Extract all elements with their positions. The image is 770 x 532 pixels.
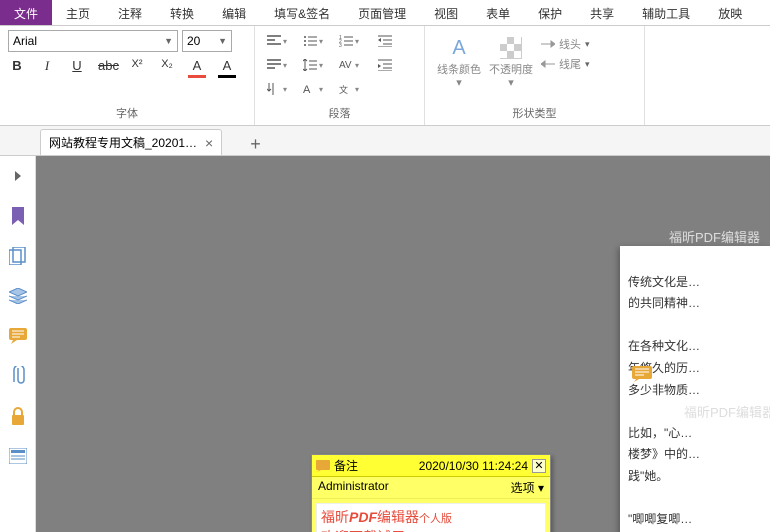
line-tail-button[interactable]: 线尾 ▾ bbox=[541, 56, 590, 72]
ribbon: Arial ▼ 20 ▼ B I U abc X² X₂ A A 字体 bbox=[0, 26, 770, 126]
number-list-button[interactable]: 123▾ bbox=[335, 30, 363, 52]
align-left-button[interactable]: ▾ bbox=[263, 30, 291, 52]
menu-edit[interactable]: 编辑 bbox=[208, 0, 260, 25]
document-canvas[interactable]: 福昕PDF编辑器 传统文化是… 的共同精神… 在各种文化… 年悠久的历… 多少非… bbox=[36, 156, 770, 532]
ribbon-group-shapes: A 线条颜色 ▾ 不透明度 ▾ 线头 ▾ 线尾 ▾ 形状类型 bbox=[425, 26, 645, 125]
font-color-button[interactable]: A bbox=[188, 58, 206, 76]
svg-text:AV: AV bbox=[339, 60, 352, 71]
menu-share[interactable]: 共享 bbox=[576, 0, 628, 25]
superscript-button[interactable]: X² bbox=[128, 58, 146, 76]
ribbon-group-label-paragraph: 段落 bbox=[263, 105, 416, 123]
chevron-down-icon: ▼ bbox=[164, 36, 173, 46]
page-text: 的共同精神… bbox=[628, 293, 770, 315]
underline-button[interactable]: U bbox=[68, 58, 86, 76]
note-type-label: 备注 bbox=[334, 457, 358, 474]
pdf-page: 福昕PDF编辑器 传统文化是… 的共同精神… 在各种文化… 年悠久的历… 多少非… bbox=[620, 246, 770, 532]
chevron-down-icon: ▼ bbox=[218, 36, 227, 46]
tab-close-button[interactable]: × bbox=[205, 135, 213, 151]
ribbon-group-paragraph: ▾ ▾ 123▾ ▾ ▾ AV▾ ▾ A▾ 文▾ 段落 bbox=[255, 26, 425, 125]
pages-panel-icon[interactable] bbox=[8, 246, 28, 266]
font-name-value: Arial bbox=[13, 34, 37, 48]
menu-file[interactable]: 文件 bbox=[0, 0, 52, 25]
increase-indent-button[interactable] bbox=[371, 54, 399, 76]
opacity-label: 不透明度 ▾ bbox=[489, 64, 533, 90]
decrease-indent-button[interactable] bbox=[371, 30, 399, 52]
page-text: "唧唧复唧… bbox=[628, 509, 770, 531]
svg-text:A: A bbox=[303, 84, 311, 95]
nav-sidebar bbox=[0, 156, 36, 532]
bold-button[interactable]: B bbox=[8, 58, 26, 76]
fields-panel-icon[interactable] bbox=[8, 446, 28, 466]
text-direction-button[interactable]: ▾ bbox=[263, 78, 291, 100]
italic-button[interactable]: I bbox=[38, 58, 56, 76]
workspace: 福昕PDF编辑器 传统文化是… 的共同精神… 在各种文化… 年悠久的历… 多少非… bbox=[0, 156, 770, 532]
page-text: 比如，"心… bbox=[628, 423, 770, 445]
menu-tools[interactable]: 辅助工具 bbox=[628, 0, 704, 25]
menu-form[interactable]: 表单 bbox=[472, 0, 524, 25]
ribbon-group-label-shapes: 形状类型 bbox=[433, 105, 636, 123]
bullet-list-button[interactable]: ▾ bbox=[299, 30, 327, 52]
menu-fillsign[interactable]: 填写&签名 bbox=[260, 0, 344, 25]
strikethrough-button[interactable]: abc bbox=[98, 58, 116, 76]
note-header[interactable]: 备注 2020/10/30 11:24:24 ✕ bbox=[312, 455, 550, 477]
line-color-label: 线条颜色 ▾ bbox=[437, 64, 481, 90]
line-color-button[interactable]: A 线条颜色 ▾ bbox=[437, 30, 481, 90]
highlight-color-button[interactable]: A bbox=[218, 58, 236, 76]
menu-convert[interactable]: 转换 bbox=[156, 0, 208, 25]
menu-slideshow[interactable]: 放映 bbox=[704, 0, 756, 25]
note-icon bbox=[316, 460, 330, 472]
font-name-select[interactable]: Arial ▼ bbox=[8, 30, 178, 52]
attachments-panel-icon[interactable] bbox=[8, 366, 28, 386]
tab-add-button[interactable]: + bbox=[242, 134, 269, 155]
document-tab-bar: 网站教程专用文稿_20201… × + bbox=[0, 126, 770, 156]
comments-panel-icon[interactable] bbox=[8, 326, 28, 346]
note-body[interactable]: 福昕PDF编辑器个人版 欢迎下载试用 bbox=[316, 503, 546, 532]
note-options-button[interactable]: 选项 ▾ bbox=[511, 479, 544, 496]
layers-panel-icon[interactable] bbox=[8, 286, 28, 306]
expand-panel-button[interactable] bbox=[8, 166, 28, 186]
note-author: Administrator bbox=[318, 479, 389, 496]
text-a-icon: A bbox=[445, 34, 473, 62]
menu-home[interactable]: 主页 bbox=[52, 0, 104, 25]
svg-text:3: 3 bbox=[339, 43, 342, 47]
ribbon-group-font: Arial ▼ 20 ▼ B I U abc X² X₂ A A 字体 bbox=[0, 26, 255, 125]
menu-protect[interactable]: 保护 bbox=[524, 0, 576, 25]
document-tab[interactable]: 网站教程专用文稿_20201… × bbox=[40, 129, 222, 155]
subscript-button[interactable]: X₂ bbox=[158, 58, 176, 76]
ribbon-group-label-font: 字体 bbox=[8, 105, 246, 123]
security-panel-icon[interactable] bbox=[8, 406, 28, 426]
page-text: 在各种文化… bbox=[628, 336, 770, 358]
opacity-button[interactable]: 不透明度 ▾ bbox=[489, 30, 533, 90]
note-subheader: Administrator 选项 ▾ bbox=[312, 477, 550, 499]
char-scale-button[interactable]: A▾ bbox=[299, 78, 327, 100]
menu-view[interactable]: 视图 bbox=[420, 0, 472, 25]
menu-comment[interactable]: 注释 bbox=[104, 0, 156, 25]
page-text: 楼梦》中的… bbox=[628, 444, 770, 466]
page-text: 践"她。 bbox=[628, 466, 770, 488]
comment-marker-icon[interactable] bbox=[632, 366, 652, 382]
note-popup[interactable]: 备注 2020/10/30 11:24:24 ✕ Administrator 选… bbox=[311, 454, 551, 532]
writing-mode-button[interactable]: 文▾ bbox=[335, 78, 363, 100]
bookmark-panel-icon[interactable] bbox=[8, 206, 28, 226]
font-size-select[interactable]: 20 ▼ bbox=[182, 30, 232, 52]
note-close-button[interactable]: ✕ bbox=[532, 459, 546, 473]
watermark-text: 福昕PDF编辑器 bbox=[669, 226, 760, 249]
line-spacing-button[interactable]: ▾ bbox=[299, 54, 327, 76]
svg-text:文: 文 bbox=[339, 84, 348, 95]
font-size-value: 20 bbox=[187, 34, 200, 48]
checkerboard-icon bbox=[497, 34, 525, 62]
document-tab-title: 网站教程专用文稿_20201… bbox=[49, 134, 197, 151]
char-spacing-button[interactable]: AV▾ bbox=[335, 54, 363, 76]
page-text: 传统文化是… bbox=[628, 272, 770, 294]
note-timestamp: 2020/10/30 11:24:24 bbox=[419, 459, 528, 473]
page-text: 多少非物质… bbox=[628, 380, 770, 402]
menu-bar: 文件 主页 注释 转换 编辑 填写&签名 页面管理 视图 表单 保护 共享 辅助… bbox=[0, 0, 770, 26]
menu-pagemgmt[interactable]: 页面管理 bbox=[344, 0, 420, 25]
line-head-button[interactable]: 线头 ▾ bbox=[541, 36, 590, 52]
align-vertical-button[interactable]: ▾ bbox=[263, 54, 291, 76]
